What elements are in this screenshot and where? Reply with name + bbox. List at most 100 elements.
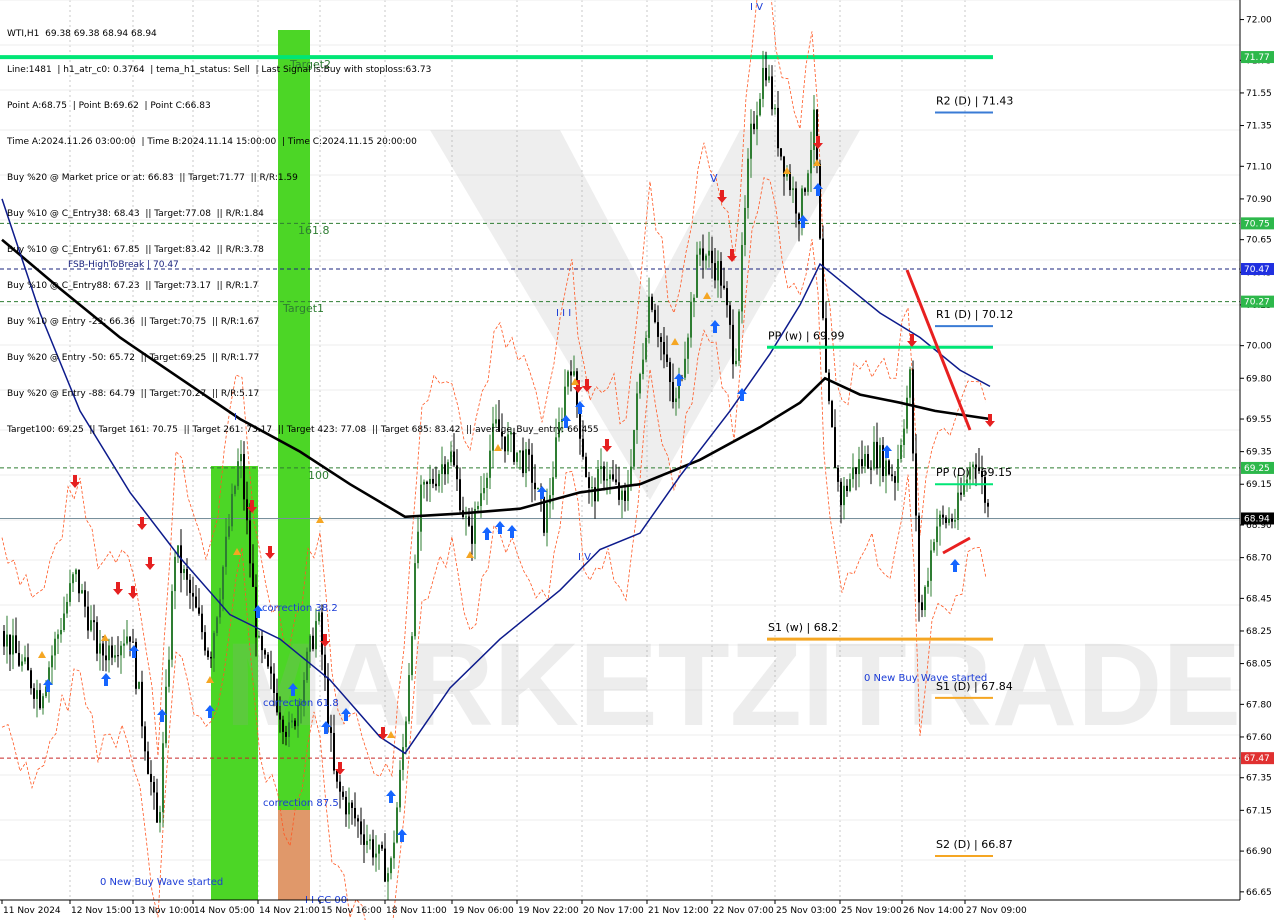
- candle-body: [912, 369, 914, 454]
- candle-body: [909, 369, 911, 398]
- candle-body: [261, 635, 263, 651]
- candle-body: [285, 731, 287, 737]
- candle-body: [705, 255, 707, 261]
- candle-body: [231, 493, 233, 527]
- candle-body: [645, 337, 647, 360]
- candle-body: [516, 452, 518, 462]
- candle-body: [72, 574, 74, 584]
- candle-body: [852, 467, 854, 480]
- candle-body: [213, 632, 215, 659]
- candle-body: [660, 336, 662, 342]
- candle-body: [21, 661, 23, 666]
- candle-body: [552, 477, 554, 496]
- candle-body: [129, 636, 131, 642]
- info-line: Target100: 69.25 || Target 161: 70.75 ||…: [7, 425, 599, 435]
- candle-body: [861, 459, 863, 467]
- candle-body: [906, 397, 908, 429]
- candle-body: [435, 483, 437, 487]
- candle-body: [936, 526, 938, 543]
- candle-body: [819, 163, 821, 239]
- pivot-label: PP (w) | 69.99: [768, 329, 845, 342]
- candle-body: [351, 802, 353, 808]
- candle-body: [456, 465, 458, 480]
- candle-body: [621, 490, 623, 500]
- candle-body: [84, 590, 86, 607]
- candle-body: [333, 732, 335, 771]
- candle-body: [192, 593, 194, 597]
- candle-body: [585, 456, 587, 478]
- candle-body: [123, 643, 125, 646]
- candle-body: [888, 460, 890, 475]
- y-tick-label: 70.00: [1246, 342, 1272, 352]
- candle-body: [717, 261, 719, 281]
- y-tick-label: 69.35: [1246, 448, 1272, 458]
- candle-body: [747, 158, 749, 208]
- candle-body: [837, 467, 839, 482]
- candle-body: [735, 360, 737, 365]
- info-line: Buy %10 @ C_Entry88: 67.23 || Target:73.…: [7, 281, 259, 291]
- y-tick-label: 66.90: [1246, 847, 1272, 857]
- candle-body: [360, 821, 362, 835]
- wave-label-1: 0 New Buy Wave started: [100, 877, 223, 888]
- candle-body: [963, 484, 965, 495]
- candle-body: [447, 462, 449, 475]
- indicator-info-panel: WTI,H1 69.38 69.38 68.94 68.94 Line:1481…: [7, 4, 599, 448]
- y-tick-label: 71.55: [1246, 89, 1272, 99]
- candle-body: [171, 591, 173, 660]
- candle-body: [825, 318, 827, 373]
- candle-body: [807, 173, 809, 192]
- candle-body: [12, 635, 14, 655]
- candle-body: [672, 382, 674, 403]
- candle-body: [315, 621, 317, 650]
- candle-body: [633, 429, 635, 467]
- candle-body: [27, 657, 29, 671]
- candle-body: [246, 499, 248, 521]
- candle-body: [153, 781, 155, 793]
- y-tick-label: 68.70: [1246, 554, 1272, 564]
- candle-body: [891, 474, 893, 477]
- candle-body: [402, 747, 404, 770]
- candle-body: [66, 601, 68, 614]
- candle-body: [93, 620, 95, 623]
- candle-body: [75, 569, 77, 575]
- candle-body: [288, 722, 290, 737]
- info-line: Buy %20 @ Market price or at: 66.83 || T…: [7, 173, 298, 183]
- candle-body: [42, 696, 44, 709]
- x-tick-label: 19 Nov 06:00: [453, 906, 514, 916]
- candle-body: [867, 454, 869, 469]
- candle-body: [441, 464, 443, 474]
- candle-body: [537, 488, 539, 490]
- candle-body: [810, 149, 812, 174]
- candle-body: [201, 613, 203, 633]
- info-line: WTI,H1 69.38 69.38 68.94 68.94: [7, 29, 157, 39]
- candle-body: [141, 681, 143, 727]
- candle-body: [9, 634, 11, 655]
- info-line: Buy %20 @ Entry -50: 65.72 || Target:69.…: [7, 353, 260, 363]
- pivot-label: S2 (D) | 66.87: [936, 838, 1013, 851]
- candle-body: [612, 474, 614, 480]
- price-tag-label: 69.25: [1244, 464, 1270, 474]
- candle-body: [765, 67, 767, 81]
- x-tick-label: 11 Nov 2024: [3, 906, 61, 916]
- candle-body: [57, 634, 59, 639]
- candle-body: [726, 288, 728, 306]
- candle-body: [840, 481, 842, 506]
- candle-body: [90, 620, 92, 631]
- price-tag-label: 67.47: [1244, 754, 1270, 764]
- x-tick-label: 20 Nov 17:00: [583, 906, 644, 916]
- candle-body: [228, 526, 230, 537]
- candle-body: [444, 464, 446, 475]
- candle-body: [780, 148, 782, 157]
- candle-body: [54, 638, 56, 656]
- elliott-iv: I V: [750, 2, 763, 13]
- candle-body: [438, 473, 440, 487]
- candle-body: [615, 479, 617, 483]
- candle-body: [630, 466, 632, 487]
- candle-body: [408, 675, 410, 722]
- candle-body: [942, 514, 944, 518]
- candle-body: [429, 478, 431, 485]
- candle-body: [258, 635, 260, 638]
- candle-body: [159, 812, 161, 823]
- candle-body: [876, 441, 878, 469]
- candle-body: [411, 636, 413, 676]
